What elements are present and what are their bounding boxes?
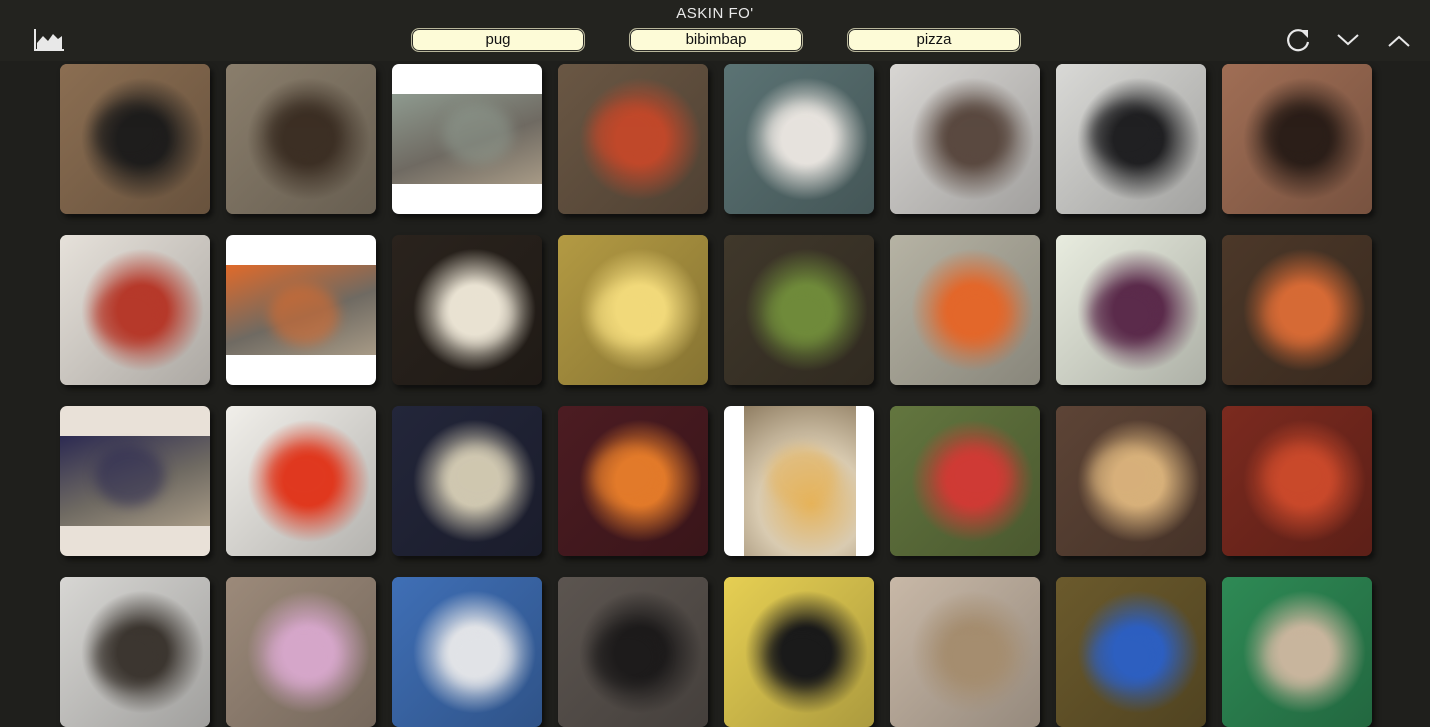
photo-subject: [95, 285, 165, 345]
photo-tile[interactable]: [1222, 235, 1372, 385]
photo-tile[interactable]: [724, 64, 874, 214]
photo-subject: [95, 627, 165, 687]
photo-tile[interactable]: [890, 64, 1040, 214]
app-title: ASKIN FO': [676, 5, 754, 22]
photo-subject: [593, 446, 663, 506]
photo-subject: [941, 446, 1011, 506]
photo-subject: [95, 446, 165, 506]
photo-subject: [593, 285, 663, 345]
photo-tile[interactable]: [392, 235, 542, 385]
photo-subject: [1091, 104, 1161, 164]
photo-tile[interactable]: [1222, 64, 1372, 214]
chevron-up-icon[interactable]: [1385, 26, 1413, 54]
photo-subject: [767, 285, 837, 345]
photo-tile[interactable]: [558, 64, 708, 214]
photo-tile[interactable]: [226, 406, 376, 556]
tag-pill-pug[interactable]: pug: [411, 28, 585, 52]
chevron-down-icon[interactable]: [1334, 26, 1362, 54]
photo-subject: [767, 104, 837, 164]
photo-subject: [443, 104, 513, 164]
photo-tile[interactable]: [392, 64, 542, 214]
photo-tile[interactable]: [60, 577, 210, 727]
photo-subject: [269, 627, 339, 687]
photo-subject: [269, 104, 339, 164]
photo-tile[interactable]: [1056, 64, 1206, 214]
photo-subject: [941, 627, 1011, 687]
photo-tile[interactable]: [392, 577, 542, 727]
photo-tile[interactable]: [1056, 235, 1206, 385]
photo-tile[interactable]: [724, 577, 874, 727]
photo-tile[interactable]: [1056, 406, 1206, 556]
photo-subject: [443, 627, 513, 687]
photo-tile[interactable]: [890, 406, 1040, 556]
photo-subject: [767, 627, 837, 687]
photo-tile[interactable]: [60, 406, 210, 556]
photo-subject: [443, 285, 513, 345]
photo-subject: [269, 446, 339, 506]
chart-area-icon[interactable]: [33, 27, 65, 53]
photo-tile[interactable]: [60, 235, 210, 385]
photo-subject: [941, 285, 1011, 345]
photo-subject: [941, 104, 1011, 164]
tag-pill-pizza[interactable]: pizza: [847, 28, 1021, 52]
photo-tile[interactable]: [558, 577, 708, 727]
photo-subject: [269, 285, 339, 345]
photo-subject: [1265, 446, 1335, 506]
refresh-icon[interactable]: [1284, 26, 1312, 54]
photo-tile[interactable]: [724, 406, 874, 556]
photo-subject: [1091, 627, 1161, 687]
photo-tile[interactable]: [392, 406, 542, 556]
photo-tile[interactable]: [226, 64, 376, 214]
photo-tile[interactable]: [724, 235, 874, 385]
photo-tile[interactable]: [60, 64, 210, 214]
photo-tile[interactable]: [558, 235, 708, 385]
photo-subject: [1091, 446, 1161, 506]
photo-tile[interactable]: [1056, 577, 1206, 727]
photo-subject: [1265, 627, 1335, 687]
photo-tile[interactable]: [890, 577, 1040, 727]
photo-subject: [95, 104, 165, 164]
top-bar: ASKIN FO' pug bibimbap pizza: [0, 0, 1430, 61]
photo-tile[interactable]: [1222, 577, 1372, 727]
photo-subject: [593, 104, 663, 164]
photo-subject: [1091, 285, 1161, 345]
photo-subject: [767, 446, 837, 506]
photo-subject: [1265, 285, 1335, 345]
photo-tile[interactable]: [1222, 406, 1372, 556]
photo-tile[interactable]: [226, 577, 376, 727]
photo-subject: [443, 446, 513, 506]
photo-subject: [593, 627, 663, 687]
tag-pill-bibimbap[interactable]: bibimbap: [629, 28, 803, 52]
photo-tile[interactable]: [226, 235, 376, 385]
photo-tile[interactable]: [890, 235, 1040, 385]
photo-subject: [1265, 104, 1335, 164]
photo-tile[interactable]: [558, 406, 708, 556]
